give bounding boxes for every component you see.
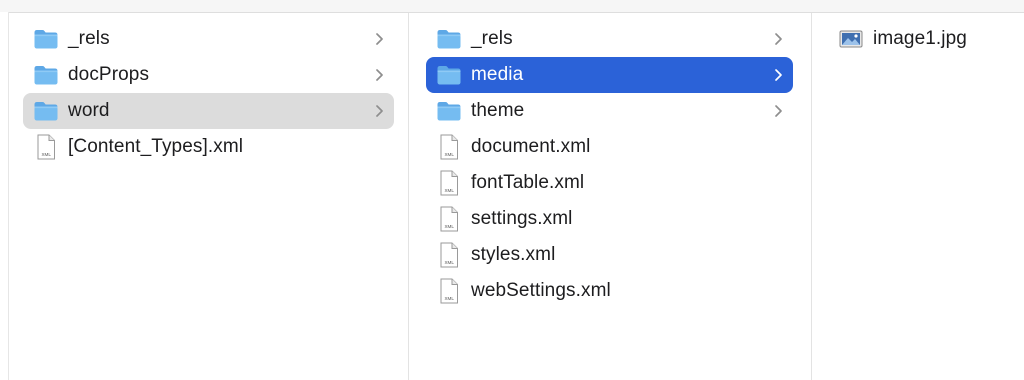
folder-icon bbox=[31, 24, 61, 54]
item-label: _rels bbox=[68, 28, 110, 49]
browser-column-word[interactable]: _relsmedia theme XML document.xml XML fontTab… bbox=[409, 13, 812, 380]
file-row[interactable]: XML settings.xml bbox=[426, 201, 793, 237]
item-label: fontTable.xml bbox=[471, 172, 585, 193]
xml-file-icon: XML bbox=[434, 204, 464, 234]
xml-badge-text: XML bbox=[444, 224, 454, 229]
xml-badge-text: XML bbox=[444, 296, 454, 301]
item-label: image1.jpg bbox=[873, 28, 967, 49]
chevron-right-icon[interactable] bbox=[372, 30, 386, 48]
column-list: _relsmedia theme XML document.xml XML fontTab… bbox=[409, 21, 811, 309]
item-label: theme bbox=[471, 100, 525, 121]
xml-file-icon: XML bbox=[434, 168, 464, 198]
folder-icon bbox=[434, 96, 464, 126]
item-label: _rels bbox=[471, 28, 513, 49]
image-file-icon bbox=[836, 24, 866, 54]
item-label: settings.xml bbox=[471, 208, 573, 229]
column-list: _rels docProps word XML [Content_Types].xml bbox=[9, 21, 408, 165]
chevron-right-icon[interactable] bbox=[372, 66, 386, 84]
xml-file-icon: XML bbox=[31, 132, 61, 162]
item-label: document.xml bbox=[471, 136, 591, 157]
xml-file-icon: XML bbox=[434, 132, 464, 162]
sidebar-edge bbox=[0, 12, 9, 380]
file-row[interactable]: XML document.xml bbox=[426, 129, 793, 165]
item-label: media bbox=[471, 64, 524, 85]
xml-file-icon: XML bbox=[434, 240, 464, 270]
folder-icon bbox=[31, 96, 61, 126]
chevron-right-icon[interactable] bbox=[771, 66, 785, 84]
item-label: [Content_Types].xml bbox=[68, 136, 244, 157]
folder-row[interactable]: _rels bbox=[426, 21, 793, 57]
file-row[interactable]: XML styles.xml bbox=[426, 237, 793, 273]
xml-badge-text: XML bbox=[444, 188, 454, 193]
chevron-right-icon[interactable] bbox=[771, 30, 785, 48]
xml-badge-text: XML bbox=[444, 152, 454, 157]
item-label: styles.xml bbox=[471, 244, 556, 265]
folder-row[interactable]: word bbox=[23, 93, 394, 129]
window-top-strip bbox=[0, 0, 1024, 13]
column-list: image1.jpg bbox=[812, 21, 1024, 57]
folder-row[interactable]: theme bbox=[426, 93, 793, 129]
folder-icon bbox=[434, 60, 464, 90]
item-label: word bbox=[68, 100, 110, 121]
file-row[interactable]: XML fontTable.xml bbox=[426, 165, 793, 201]
folder-row[interactable]: media bbox=[426, 57, 793, 93]
file-row[interactable]: XML webSettings.xml bbox=[426, 273, 793, 309]
browser-column-media[interactable]: image1.jpg bbox=[812, 13, 1024, 380]
folder-icon bbox=[31, 60, 61, 90]
item-label: docProps bbox=[68, 64, 150, 85]
file-row[interactable]: image1.jpg bbox=[828, 21, 1016, 57]
xml-file-icon: XML bbox=[434, 276, 464, 306]
chevron-right-icon[interactable] bbox=[771, 102, 785, 120]
xml-badge-text: XML bbox=[41, 152, 51, 157]
folder-row[interactable]: _rels bbox=[23, 21, 394, 57]
xml-badge-text: XML bbox=[444, 260, 454, 265]
file-row[interactable]: XML [Content_Types].xml bbox=[23, 129, 394, 165]
chevron-right-icon[interactable] bbox=[372, 102, 386, 120]
item-label: webSettings.xml bbox=[471, 280, 611, 301]
folder-icon bbox=[434, 24, 464, 54]
browser-column-root[interactable]: _rels docProps word XML [Content_Types].xml bbox=[9, 13, 409, 380]
folder-row[interactable]: docProps bbox=[23, 57, 394, 93]
